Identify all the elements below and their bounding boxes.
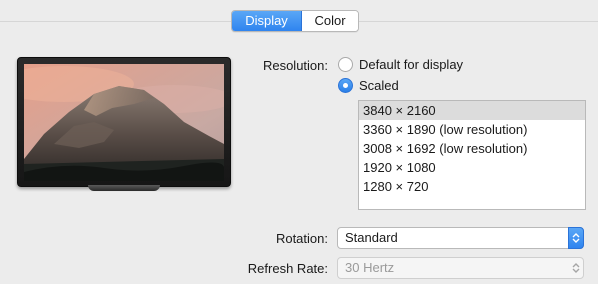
tab-color[interactable]: Color: [302, 11, 358, 31]
rotation-select[interactable]: Standard: [337, 227, 584, 249]
radio-default-label: Default for display: [359, 57, 464, 72]
up-down-stepper-icon: [568, 257, 584, 279]
monitor-stand: [88, 185, 160, 191]
display-color-tabs: Display Color: [231, 10, 359, 32]
tab-display[interactable]: Display: [232, 11, 302, 31]
up-down-stepper-icon: [568, 227, 584, 249]
rotation-label: Rotation:: [275, 231, 328, 246]
refresh-rate-label: Refresh Rate:: [247, 261, 328, 276]
radio-scaled[interactable]: Scaled: [338, 78, 399, 93]
radio-scaled-label: Scaled: [359, 78, 399, 93]
rotation-value: Standard: [345, 230, 398, 245]
wallpaper-image: [24, 64, 224, 181]
radio-default-for-display[interactable]: Default for display: [338, 57, 463, 72]
resolution-list[interactable]: 3840 × 2160 3360 × 1890 (low resolution)…: [358, 100, 586, 210]
list-item[interactable]: 3360 × 1890 (low resolution): [359, 120, 585, 139]
list-item[interactable]: 1280 × 720: [359, 177, 585, 196]
display-preview-icon: [17, 57, 231, 187]
resolution-label: Resolution:: [262, 58, 328, 73]
radio-checked-icon[interactable]: [338, 78, 353, 93]
refresh-rate-value: 30 Hertz: [345, 260, 395, 275]
list-item[interactable]: 3840 × 2160: [359, 101, 585, 120]
list-item[interactable]: 1920 × 1080: [359, 158, 585, 177]
list-item[interactable]: 3008 × 1692 (low resolution): [359, 139, 585, 158]
radio-unchecked-icon[interactable]: [338, 57, 353, 72]
refresh-rate-select: 30 Hertz: [337, 257, 584, 279]
